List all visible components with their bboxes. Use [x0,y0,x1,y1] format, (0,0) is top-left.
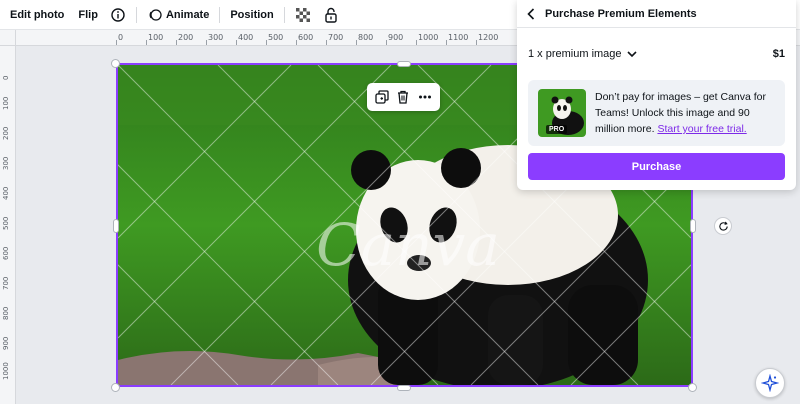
ruler-top-label: 100 [148,33,164,42]
more-icon [419,95,432,99]
info-icon [110,7,126,23]
ruler-left-label: 600 [2,246,10,260]
ruler-left-label: 300 [2,156,10,170]
trash-icon [398,90,409,104]
ruler-top-label: 0 [118,33,124,42]
ruler-tick [206,40,207,45]
ruler-corner [0,30,16,46]
ruler-left-label: 100 [2,96,10,110]
ruler-tick [236,40,237,45]
ruler-tick [146,40,147,45]
toolbar-divider [283,6,285,23]
ruler-left-label: 1000 [2,362,10,380]
resize-handle-bl[interactable] [111,383,120,392]
panel-header: Purchase Premium Elements [517,0,796,28]
ruler-left-label: 900 [2,336,10,350]
rotate-button[interactable] [714,217,732,235]
ruler-top-label: 800 [358,33,374,42]
element-floating-toolbar [367,83,440,111]
ruler-top-label: 1200 [478,33,499,42]
resize-handle-bottom[interactable] [397,385,411,391]
resize-handle-right[interactable] [690,219,696,233]
animate-label: Animate [165,8,210,21]
ruler-left-label: 500 [2,216,10,230]
ruler-tick [326,40,327,45]
ruler-tick [356,40,357,45]
ruler-left-label: 0 [2,75,10,80]
ruler-tick [296,40,297,45]
purchase-panel: Purchase Premium Elements 1 x premium im… [517,0,796,190]
free-trial-link[interactable]: Start your free trial. [657,123,746,135]
pro-badge: PRO [546,125,568,134]
ruler-left-label: 800 [2,306,10,320]
ruler-vertical: 0 100 200 300 400 500 600 700 800 900 1000 [0,46,16,404]
ruler-left-label: 200 [2,126,10,140]
lock-button[interactable] [317,0,345,30]
transparency-button[interactable] [289,0,317,30]
premium-image-thumbnail: PRO [538,89,586,137]
ruler-top-label: 300 [208,33,224,42]
ruler-tick [116,40,117,45]
info-button[interactable] [104,0,132,30]
item-quantity-dropdown[interactable]: 1 x premium image [528,48,637,60]
ruler-top-label: 500 [268,33,284,42]
ruler-left-label: 700 [2,276,10,290]
canva-watermark: Canva [316,211,500,279]
ruler-top-label: 200 [178,33,194,42]
chevron-left-icon [527,7,535,20]
resize-handle-tl[interactable] [111,59,120,68]
sparkle-icon [761,374,779,392]
toolbar-divider [219,6,221,23]
ruler-tick [446,40,447,45]
teams-promo-card: PRO Don’t pay for images – get Canva for… [528,80,785,146]
ruler-top-label: 1100 [448,33,469,42]
lock-icon [323,7,339,23]
ruler-top-label: 400 [238,33,254,42]
resize-handle-left[interactable] [113,219,119,233]
duplicate-button[interactable] [373,88,391,106]
ruler-left-label: 400 [2,186,10,200]
delete-button[interactable] [394,88,412,106]
ruler-tick [416,40,417,45]
animate-button[interactable]: Animate [141,0,215,30]
resize-handle-top[interactable] [397,61,411,67]
edit-photo-button[interactable]: Edit photo [0,0,70,30]
resize-handle-br[interactable] [688,383,697,392]
ruler-top-label: 900 [388,33,404,42]
magic-assistant-button[interactable] [755,368,785,398]
back-button[interactable] [527,7,535,20]
ruler-tick [176,40,177,45]
item-label: 1 x premium image [528,48,622,60]
position-button[interactable]: Position [224,0,279,30]
promo-message: Don’t pay for images – get Canva for Tea… [595,89,775,137]
ruler-top-label: 1000 [418,33,439,42]
ruler-tick [476,40,477,45]
animate-icon [147,7,163,23]
transparency-icon [295,7,311,23]
ruler-top-label: 700 [328,33,344,42]
duplicate-icon [375,90,389,104]
chevron-down-icon [626,50,637,57]
flip-button[interactable]: Flip [72,0,104,30]
more-options-button[interactable] [416,88,434,106]
panel-title: Purchase Premium Elements [545,7,697,20]
purchase-button[interactable]: Purchase [528,153,785,180]
ruler-tick [386,40,387,45]
ruler-top-label: 600 [298,33,314,42]
item-price: $1 [772,48,785,60]
rotate-icon [718,221,728,231]
toolbar-divider [135,6,137,23]
line-item-row: 1 x premium image $1 [517,28,796,80]
ruler-tick [266,40,267,45]
